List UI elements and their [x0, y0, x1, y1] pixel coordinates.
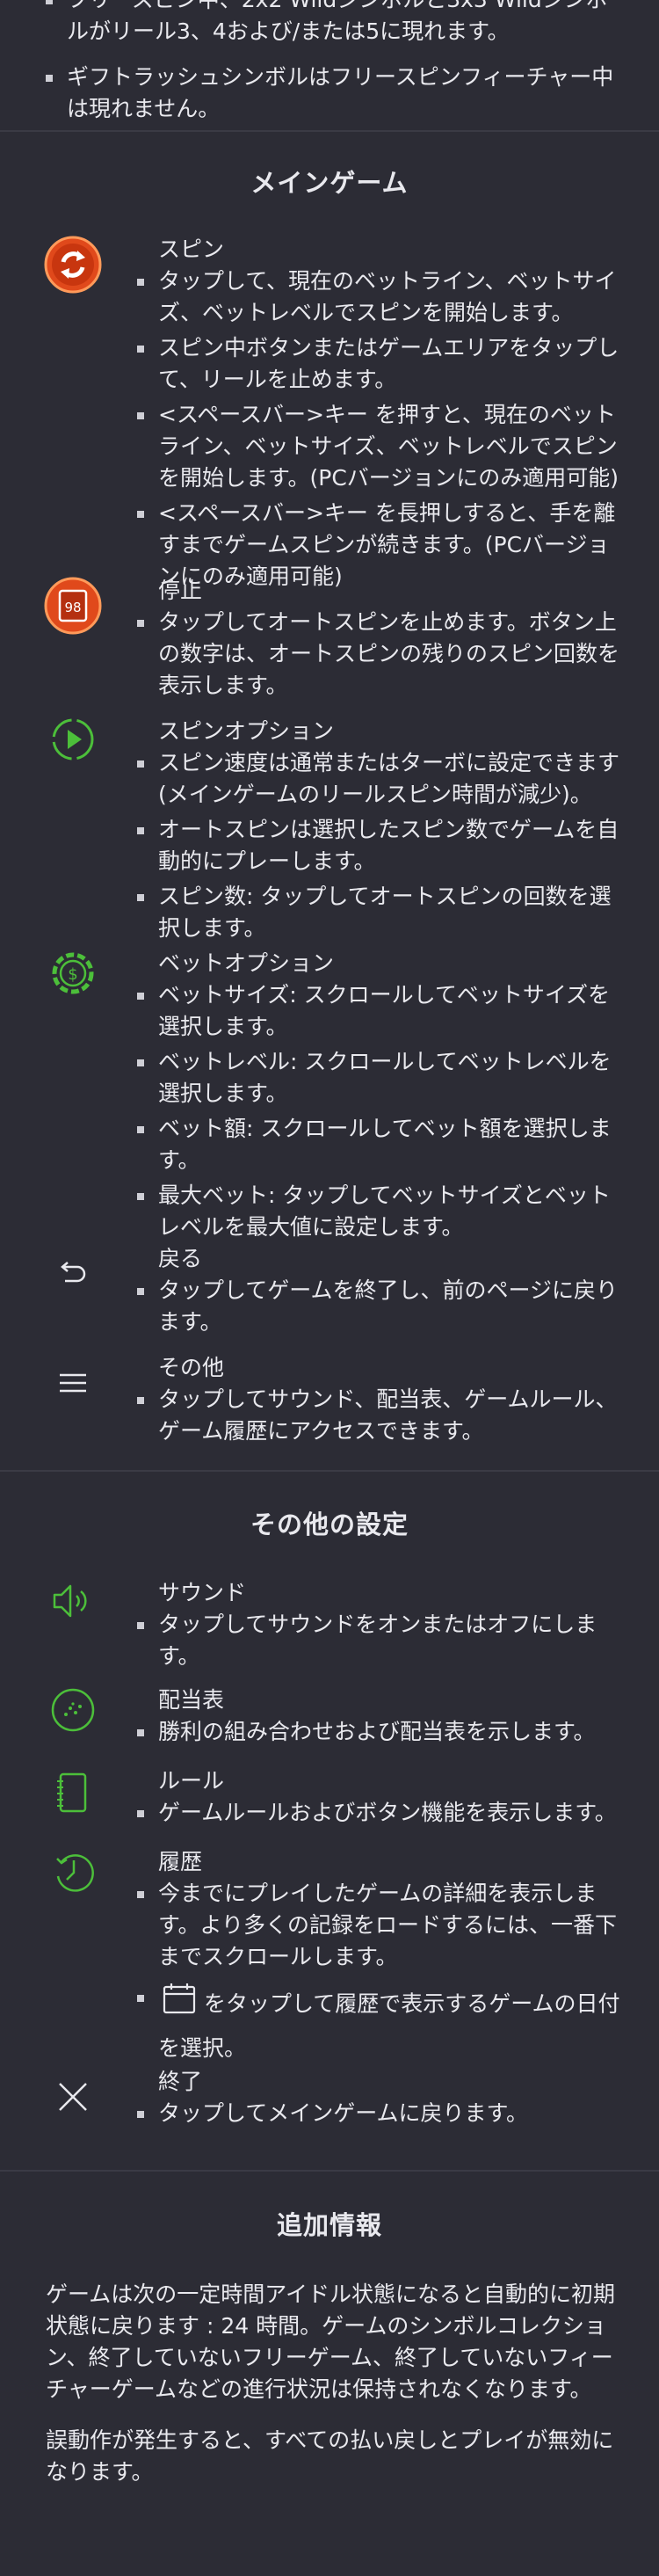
list-item: 今までにプレイしたゲームの詳細を表示します。より多くの記録をロードするには、一番… [137, 1878, 629, 1973]
bet-options-icon: $ [44, 944, 102, 1002]
item-title: ルール [158, 1768, 225, 1794]
list-item: タップして、現在のベットライン、ベットサイズ、ベットレベルでスピンを開始します。 [137, 266, 629, 329]
history-date-hint: をタップして履歴で表示するゲームの日付を選択。 [158, 1990, 620, 2062]
additional-info-section: 追加情報 ゲームは次の一定時間アイドル状態になると自動的に初期状態に戻ります :… [0, 2172, 659, 2488]
spin-options-icon [44, 710, 102, 768]
list-item: タップしてオートスピンを止めます。ボタン上の数字は、オートスピンの残りのスピン回… [137, 607, 629, 702]
section-title: その他の設定 [250, 1510, 409, 1539]
sound-icon [44, 1572, 102, 1630]
section-title: 追加情報 [276, 2210, 382, 2240]
other-settings-section: その他の設定 サウンド タップしてサウンドをオンまたはオフにします。 配当表 勝… [0, 1472, 659, 2170]
menu-icon [44, 1354, 102, 1412]
list-item: ギフトラッシュシンボルはフリースピンフィーチャー中は現れません。 [46, 62, 624, 125]
list-item: 最大ベット: タップしてベットサイズとベットレベルを最大値に設定します。 [137, 1180, 629, 1243]
stop-icon: 98 [44, 577, 102, 635]
bet-options-item: $ ベットオプション ベットサイズ: スクロールしてベットサイズを選択します。 … [0, 948, 659, 1243]
item-title: スピン [158, 236, 225, 262]
history-item: 履歴 今までにプレイしたゲームの詳細を表示します。より多くの記録をロードするには… [0, 1846, 659, 2066]
list-item: タップしてゲームを終了し、前のページに戻ります。 [137, 1275, 629, 1338]
back-icon [44, 1245, 102, 1303]
paytable-item: 配当表 勝利の組み合わせおよび配当表を示します。 [0, 1685, 659, 1765]
svg-text:$: $ [68, 965, 77, 984]
info-paragraph: 誤動作が発生すると、すべての払い戻しとプレイが無効になります。 [46, 2427, 614, 2485]
list-item: スピン数: タップしてオートスピンの回数を選択します。 [137, 881, 629, 944]
info-paragraph: ゲームは次の一定時間アイドル状態になると自動的に初期状態に戻ります : 24 時… [46, 2281, 616, 2402]
paytable-icon [44, 1681, 102, 1739]
close-icon [44, 2068, 102, 2126]
history-icon [44, 1843, 102, 1901]
item-title: サウンド [158, 1580, 247, 1605]
rules-icon [44, 1764, 102, 1822]
list-item: 勝利の組み合わせおよび配当表を示します。 [137, 1716, 629, 1748]
sound-item: サウンド タップしてサウンドをオンまたはオフにします。 [0, 1577, 659, 1685]
list-item: ベット額: スクロールしてベット額を選択します。 [137, 1113, 629, 1176]
item-title: その他 [158, 1355, 225, 1380]
spin-item: スピン タップして、現在のベットライン、ベットサイズ、ベットレベルでスピンを開始… [0, 234, 659, 589]
item-title: 終了 [158, 2069, 203, 2094]
list-item: <スペースバー>キー を押すと、現在のベットライン、ベットサイズ、ベットレベルで… [137, 399, 629, 494]
item-title: 履歴 [158, 1849, 203, 1874]
list-item: タップしてメインゲームに戻ります。 [137, 2098, 629, 2129]
free-spin-notes: フリースピン中、2x2 Wildシンボルと3x3 Wildシンボルがリール3、4… [0, 0, 659, 130]
list-item: ベットサイズ: スクロールしてベットサイズを選択します。 [137, 979, 629, 1043]
rules-item: ルール ゲームルールおよびボタン機能を表示します。 [0, 1765, 659, 1846]
list-item: スピン中ボタンまたはゲームエリアをタップして、リールを止めます。 [137, 332, 629, 396]
list-item: スピン速度は通常またはターボに設定できます(メインゲームのリールスピン時間が減少… [137, 747, 629, 811]
list-item: フリースピン中、2x2 Wildシンボルと3x3 Wildシンボルがリール3、4… [46, 0, 624, 47]
item-title: 戻る [158, 1246, 203, 1271]
stop-item: 98 停止 タップしてオートスピンを止めます。ボタン上の数字は、オートスピンの残… [0, 575, 659, 716]
list-item: ベットレベル: スクロールしてベットレベルを選択します。 [137, 1046, 629, 1110]
spin-options-item: スピンオプション スピン速度は通常またはターボに設定できます(メインゲームのリー… [0, 716, 659, 948]
list-item: オートスピンは選択したスピン数でゲームを自動的にプレーします。 [137, 814, 629, 877]
list-item: をタップして履歴で表示するゲームの日付を選択。 [137, 1982, 629, 2069]
calendar-icon [162, 1982, 197, 2028]
spin-icon [44, 236, 102, 294]
section-title: メインゲーム [250, 168, 409, 198]
close-item: 終了 タップしてメインゲームに戻ります。 [0, 2066, 659, 2170]
stop-count: 98 [64, 600, 81, 615]
item-title: 停止 [158, 578, 203, 603]
list-item: タップしてサウンドをオンまたはオフにします。 [137, 1609, 629, 1672]
item-title: ベットオプション [158, 950, 335, 976]
main-game-section: メインゲーム スピン タップして、現在のベットライン、ベットサイズ、ベットレベル… [0, 132, 659, 1470]
free-spin-notes-list: フリースピン中、2x2 Wildシンボルと3x3 Wildシンボルがリール3、4… [46, 0, 624, 130]
item-title: スピンオプション [158, 718, 335, 744]
list-item: タップしてサウンド、配当表、ゲームルール、ゲーム履歴にアクセスできます。 [137, 1384, 629, 1447]
others-item: その他 タップしてサウンド、配当表、ゲームルール、ゲーム履歴にアクセスできます。 [0, 1352, 659, 1470]
list-item: ゲームルールおよびボタン機能を表示します。 [137, 1797, 629, 1829]
back-item: 戻る タップしてゲームを終了し、前のページに戻ります。 [0, 1243, 659, 1352]
item-title: 配当表 [158, 1687, 225, 1713]
